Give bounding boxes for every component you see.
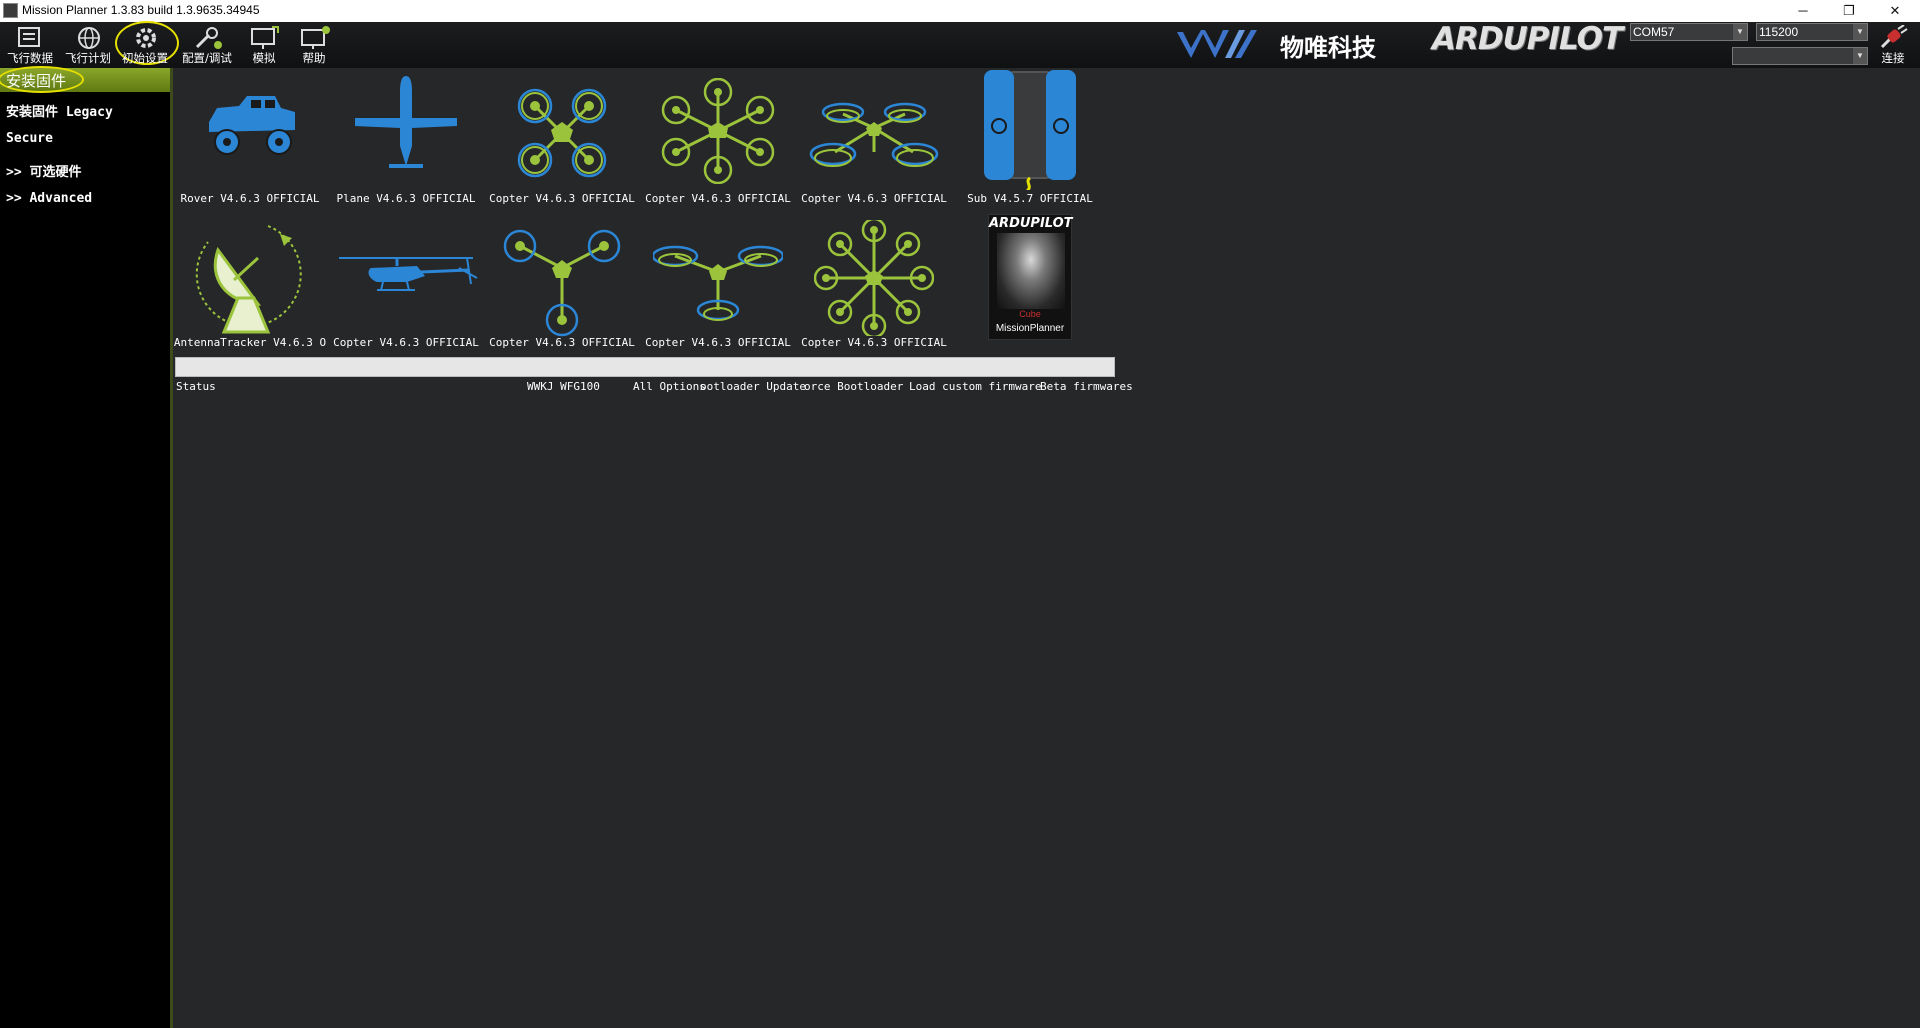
restore-button[interactable]: ❐ [1826, 0, 1872, 22]
firmware-copter-tri[interactable]: Copter V4.6.3 OFFICIAL [484, 214, 640, 354]
sidebar-item-optional-hardware[interactable]: >> 可选硬件 [6, 161, 81, 180]
force-bootloader-link[interactable]: orce Bootloader [804, 380, 903, 393]
vendor-name: 物唯科技 [1280, 34, 1376, 62]
flight-plan-icon [78, 27, 100, 49]
ardupilot-logo: ARDUPILOT [1432, 21, 1623, 57]
firmware-label: Rover V4.6.3 OFFICIAL [180, 192, 320, 205]
firmware-copter-hexa[interactable]: Copter V4.6.3 OFFICIAL [640, 70, 796, 210]
chevron-down-icon: ▼ [1733, 24, 1747, 40]
firmware-label: Copter V4.6.3 OFFICIAL [489, 192, 635, 205]
initial-setup-icon [136, 28, 156, 48]
sub-icon [984, 70, 1076, 190]
firmware-sub[interactable]: Sub V4.5.7 OFFICIAL [952, 70, 1108, 210]
firmware-cube-missionplanner[interactable]: ARDUPILOT Cube MissionPlanner [952, 214, 1108, 354]
firmware-label: Copter V4.6.3 OFFICIAL [801, 192, 947, 205]
config-tuning-icon [195, 27, 222, 49]
hexa-icon [661, 78, 775, 184]
toolbar-initial-setup[interactable]: 初始设置 [115, 21, 179, 68]
sidebar-item-install-firmware[interactable]: 安装固件 [0, 66, 170, 93]
connect-plug-icon [1880, 25, 1908, 49]
firmware-copter-heli[interactable]: Copter V4.6.3 OFFICIAL [328, 214, 484, 354]
simulation-icon [251, 26, 279, 49]
sidebar-item-advanced[interactable]: >> Advanced [6, 191, 92, 206]
sidebar-item-label: 安装固件 [6, 72, 67, 90]
firmware-label: Copter V4.6.3 OFFICIAL [801, 336, 947, 349]
firmware-label: Sub V4.5.7 OFFICIAL [967, 192, 1093, 205]
bootloader-update-link[interactable]: ootloader Update [700, 380, 806, 393]
helicopter-icon [339, 257, 478, 291]
firmware-copter-y6[interactable]: Copter V4.6.3 OFFICIAL [640, 214, 796, 354]
firmware-copter-octo[interactable]: Copter V4.6.3 OFFICIAL [796, 214, 952, 354]
firmware-label: Plane V4.6.3 OFFICIAL [336, 192, 476, 205]
status-label: Status [176, 380, 216, 393]
window-title: Mission Planner 1.3.83 build 1.3.9635.34… [22, 3, 260, 17]
load-custom-firmware-link[interactable]: Load custom firmware [909, 380, 1041, 393]
toolbar-flight-plan[interactable]: 飞行计划 [60, 22, 116, 68]
firmware-copter-y6-coax[interactable]: Copter V4.6.3 OFFICIAL [796, 70, 952, 210]
antenna-tracker-icon [195, 225, 302, 334]
firmware-label: AntennaTracker V4.6.3 O [173, 336, 327, 349]
toolbar-config-tuning[interactable]: 配置/调试 [179, 22, 235, 68]
flight-data-icon [18, 27, 40, 47]
help-icon [301, 26, 330, 49]
firmware-label: Copter V4.6.3 OFFICIAL [645, 336, 791, 349]
setup-sidebar [0, 68, 170, 1028]
missionplanner-text: MissionPlanner [995, 323, 1065, 334]
beta-firmwares-link[interactable]: Beta firmwares [1040, 380, 1133, 393]
toolbar-label: 帮助 [302, 51, 326, 65]
quad-x-icon [517, 88, 607, 178]
firmware-antenna-tracker[interactable]: AntennaTracker V4.6.3 O [172, 214, 328, 354]
main-toolbar: 飞行数据 飞行计划 初始设置 配置/调试 模拟 帮助 物唯科技 ARDUPILO… [0, 21, 1920, 68]
octo-icon [814, 220, 934, 336]
chevron-down-icon: ▼ [1853, 24, 1867, 40]
toolbar-help[interactable]: 帮助 [286, 22, 342, 68]
cube-logo-text: ARDUPILOT [989, 216, 1073, 231]
tri-icon [503, 229, 621, 337]
toolbar-label: 初始设置 [122, 51, 168, 65]
cube-missionplanner-icon: ARDUPILOT Cube MissionPlanner [988, 214, 1073, 340]
profile-select[interactable]: ▼ [1732, 47, 1868, 65]
firmware-label: Copter V4.6.3 OFFICIAL [333, 336, 479, 349]
firmware-label: Copter V4.6.3 OFFICIAL [489, 336, 635, 349]
close-button[interactable]: ✕ [1872, 0, 1918, 22]
rover-icon [209, 96, 295, 155]
com-port-value: COM57 [1633, 25, 1675, 39]
y6-coax-icon [809, 102, 939, 167]
baud-rate-select[interactable]: 115200 ▼ [1756, 23, 1868, 41]
progress-bar [175, 357, 1115, 377]
firmware-copter-quad[interactable]: Copter V4.6.3 OFFICIAL [484, 70, 640, 210]
cube-image [997, 233, 1065, 309]
firmware-rover[interactable]: Rover V4.6.3 OFFICIAL [172, 70, 328, 210]
cube-caption: Cube [1019, 309, 1041, 319]
sidebar-divider [170, 68, 173, 1028]
toolbar-flight-data[interactable]: 飞行数据 [2, 22, 58, 68]
firmware-plane[interactable]: Plane V4.6.3 OFFICIAL [328, 70, 484, 210]
app-icon [3, 3, 18, 18]
baud-rate-value: 115200 [1759, 25, 1799, 39]
firmware-label: Copter V4.6.3 OFFICIAL [645, 192, 791, 205]
minimize-button[interactable]: ─ [1780, 0, 1826, 22]
connect-button[interactable]: 连接 [1866, 22, 1920, 68]
all-options-link[interactable]: All Options [633, 380, 706, 393]
plane-icon [355, 76, 457, 168]
vendor-logo [1177, 30, 1257, 58]
connect-label: 连接 [1881, 51, 1905, 65]
sidebar-item-install-legacy[interactable]: 安装固件 Legacy [6, 101, 113, 120]
com-port-select[interactable]: COM57 ▼ [1630, 23, 1748, 41]
title-bar: Mission Planner 1.3.83 build 1.3.9635.34… [0, 0, 1920, 22]
sidebar-item-secure[interactable]: Secure [6, 131, 53, 146]
board-label: WWKJ WFG100 [527, 380, 600, 393]
